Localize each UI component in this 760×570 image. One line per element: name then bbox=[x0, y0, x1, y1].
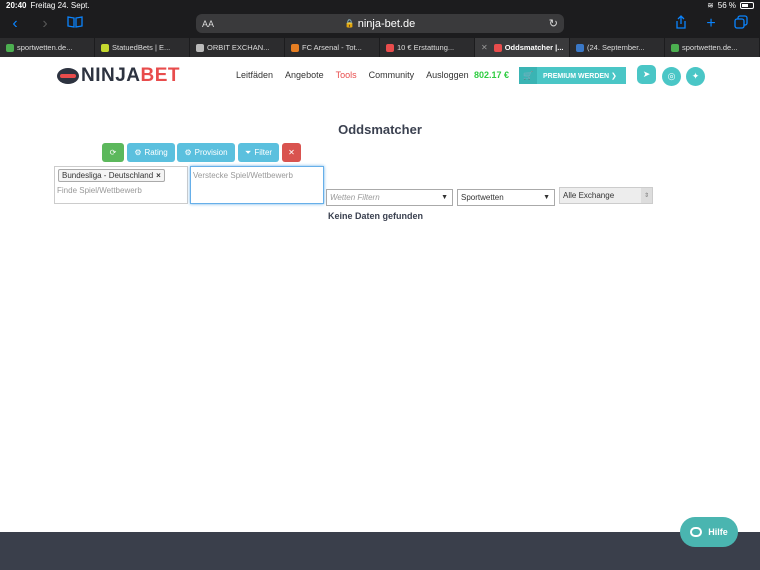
help-label: Hilfe bbox=[708, 527, 728, 537]
chevron-up-down-icon: ⇕ bbox=[641, 188, 652, 203]
provision-button[interactable]: ⚙ Provision bbox=[177, 143, 235, 162]
logo-text-ninja: NINJA bbox=[81, 65, 141, 86]
browser-tab-label: 10 € Erstattung... bbox=[397, 43, 455, 52]
ninjabet-logo[interactable]: NINJA BET bbox=[57, 65, 180, 87]
browser-tab-label: Oddsmatcher |... bbox=[504, 43, 564, 52]
forward-icon[interactable]: › bbox=[30, 15, 60, 33]
hide-placeholder: Verstecke Spiel/Wettbewerb bbox=[193, 171, 293, 180]
favicon-icon bbox=[493, 43, 502, 52]
favicon-icon bbox=[671, 43, 679, 52]
browser-tab[interactable]: sportwetten.de... bbox=[0, 38, 95, 57]
browser-tab[interactable]: StatuedBets | E... bbox=[95, 38, 190, 57]
account-balance: 802.17 € bbox=[474, 70, 510, 80]
main-nav: Leitfäden Angebote Tools Community Auslo… bbox=[236, 70, 481, 80]
favicon-icon bbox=[576, 43, 584, 52]
find-placeholder: Finde Spiel/Wettbewerb bbox=[57, 186, 142, 195]
clear-button[interactable]: ✕ bbox=[282, 143, 301, 162]
site-footer bbox=[0, 532, 760, 570]
lock-icon: 🔒 bbox=[344, 19, 355, 28]
favicon-icon bbox=[6, 43, 14, 52]
refresh-icon: ⟳ bbox=[109, 148, 117, 157]
rating-button[interactable]: ⚙ Rating bbox=[127, 143, 175, 162]
rating-label: Rating bbox=[144, 148, 168, 157]
wifi-icon: ≋ bbox=[707, 0, 714, 10]
reload-icon[interactable]: ↻ bbox=[549, 17, 558, 30]
bookmarks-icon[interactable] bbox=[60, 15, 90, 33]
bet-filter-select[interactable]: Wetten Filtern ▼ bbox=[326, 189, 453, 206]
close-icon: ✕ bbox=[288, 148, 295, 157]
remove-tag-icon[interactable]: × bbox=[156, 171, 161, 180]
help-button[interactable]: Hilfe bbox=[680, 517, 738, 547]
close-tab-icon[interactable]: ✕ bbox=[481, 43, 488, 52]
nav-ausloggen[interactable]: Ausloggen bbox=[426, 70, 469, 80]
battery-icon bbox=[740, 1, 754, 9]
browser-tab-label: sportwetten.de... bbox=[682, 43, 738, 52]
browser-tab[interactable]: sportwetten.de... bbox=[665, 38, 760, 57]
nav-tools[interactable]: Tools bbox=[336, 70, 357, 80]
premium-label: PREMIUM WERDEN ❯ bbox=[543, 72, 617, 80]
favicon-icon bbox=[196, 43, 204, 52]
chat-bubble-icon bbox=[690, 527, 703, 537]
browser-tab[interactable]: ORBIT EXCHAN... bbox=[190, 38, 285, 57]
chevron-down-icon: ▼ bbox=[441, 194, 448, 201]
new-tab-icon[interactable]: + bbox=[696, 15, 726, 33]
sport-select[interactable]: Sportwetten ▼ bbox=[457, 189, 555, 206]
battery-percent: 56 % bbox=[717, 0, 736, 10]
twitter-icon[interactable]: ✦ bbox=[686, 67, 705, 86]
provision-label: Provision bbox=[194, 148, 228, 157]
ninja-logo-icon bbox=[57, 68, 79, 84]
selected-tag: Bundesliga - Deutschland × bbox=[58, 169, 165, 182]
back-icon[interactable]: ‹ bbox=[0, 15, 30, 33]
exchange-select[interactable]: Alle Exchange ⇕ bbox=[559, 187, 653, 204]
refresh-button[interactable]: ⟳ bbox=[102, 143, 124, 162]
browser-tab-strip: sportwetten.de... StatuedBets | E... ORBIT… bbox=[0, 38, 760, 57]
favicon-icon bbox=[291, 43, 299, 52]
find-match-input[interactable]: Bundesliga - Deutschland × Finde Spiel/We… bbox=[54, 166, 188, 204]
gears-icon: ⚙ bbox=[184, 148, 192, 157]
ios-status-bar: 20:40 Freitag 24. Sept. ≋ 56 % bbox=[0, 0, 760, 10]
instagram-icon[interactable]: ◎ bbox=[662, 67, 681, 86]
logo-text-bet: BET bbox=[140, 65, 181, 86]
favicon-icon bbox=[101, 43, 109, 52]
hide-match-input[interactable]: Verstecke Spiel/Wettbewerb bbox=[190, 166, 324, 204]
browser-tab-label: FC Arsenal - Tot... bbox=[302, 43, 362, 52]
filter-button[interactable]: ⏷ Filter bbox=[238, 143, 279, 162]
gears-icon: ⚙ bbox=[134, 148, 142, 157]
browser-tab-label: sportwetten.de... bbox=[17, 43, 73, 52]
status-time: 20:40 bbox=[6, 0, 27, 10]
address-bar[interactable]: AA 🔒 ninja-bet.de ↻ bbox=[196, 14, 564, 33]
browser-tab-label: ORBIT EXCHAN... bbox=[207, 43, 270, 52]
empty-state-message: Keine Daten gefunden bbox=[328, 211, 424, 221]
share-icon[interactable] bbox=[666, 14, 696, 34]
browser-tab-label: (24. September... bbox=[587, 43, 645, 52]
nav-leitfaden[interactable]: Leitfäden bbox=[236, 70, 273, 80]
telegram-icon[interactable]: ➤ bbox=[637, 65, 656, 84]
funnel-icon: ⏷ bbox=[244, 147, 252, 157]
chevron-down-icon: ▼ bbox=[543, 194, 550, 201]
filter-label: Filter bbox=[254, 148, 273, 157]
nav-community[interactable]: Community bbox=[369, 70, 415, 80]
exchange-select-value: Alle Exchange bbox=[563, 191, 615, 200]
bet-filter-value: Wetten Filtern bbox=[330, 193, 380, 202]
browser-toolbar: ‹ › AA 🔒 ninja-bet.de ↻ + bbox=[0, 10, 760, 38]
browser-tab[interactable]: ✕ Oddsmatcher |... bbox=[475, 38, 570, 57]
page-title: Oddsmatcher bbox=[338, 122, 422, 137]
favicon-icon bbox=[386, 43, 394, 52]
browser-tab[interactable]: (24. September... bbox=[570, 38, 665, 57]
status-date: Freitag 24. Sept. bbox=[30, 0, 90, 10]
tabs-overview-icon[interactable] bbox=[726, 14, 756, 34]
sport-select-value: Sportwetten bbox=[461, 193, 504, 202]
url-text: ninja-bet.de bbox=[357, 17, 416, 30]
browser-tab[interactable]: 10 € Erstattung... bbox=[380, 38, 475, 57]
nav-angebote[interactable]: Angebote bbox=[285, 70, 324, 80]
browser-tab-label: StatuedBets | E... bbox=[112, 43, 171, 52]
selected-tag-label: Bundesliga - Deutschland bbox=[62, 171, 154, 180]
browser-tab[interactable]: FC Arsenal - Tot... bbox=[285, 38, 380, 57]
site-header: NINJA BET Leitfäden Angebote Tools Commun… bbox=[0, 57, 760, 97]
cart-icon: 🛒 bbox=[519, 67, 537, 84]
reader-aa-button[interactable]: AA bbox=[202, 19, 214, 29]
toolbar-right: + bbox=[666, 10, 756, 38]
premium-button[interactable]: 🛒 PREMIUM WERDEN ❯ bbox=[519, 67, 626, 84]
status-right: ≋ 56 % bbox=[707, 1, 754, 10]
